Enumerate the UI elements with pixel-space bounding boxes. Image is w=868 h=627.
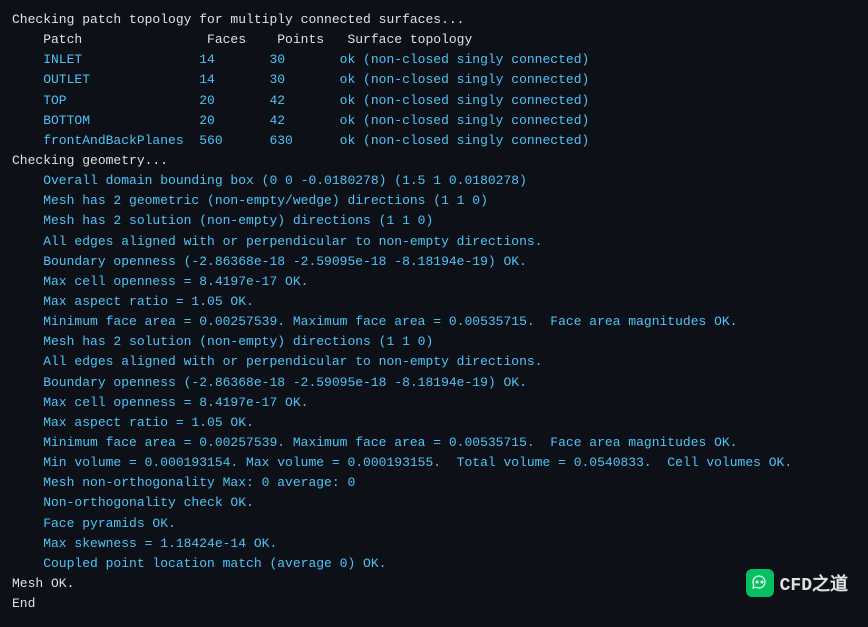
terminal-line: Boundary openness (-2.86368e-18 -2.59095… [12, 373, 856, 393]
terminal-line: Mesh has 2 solution (non-empty) directio… [12, 332, 856, 352]
terminal-line: Overall domain bounding box (0 0 -0.0180… [12, 171, 856, 191]
wechat-icon [746, 569, 774, 597]
terminal-line: Max skewness = 1.18424e-14 OK. [12, 534, 856, 554]
terminal-line: Max aspect ratio = 1.05 OK. [12, 413, 856, 433]
terminal-line: Min volume = 0.000193154. Max volume = 0… [12, 453, 856, 473]
terminal-line: Mesh OK. [12, 574, 856, 594]
terminal-line: Max aspect ratio = 1.05 OK. [12, 292, 856, 312]
terminal-line: Coupled point location match (average 0)… [12, 554, 856, 574]
terminal-line: Boundary openness (-2.86368e-18 -2.59095… [12, 252, 856, 272]
terminal-line: Minimum face area = 0.00257539. Maximum … [12, 433, 856, 453]
terminal-line: Max cell openness = 8.4197e-17 OK. [12, 393, 856, 413]
terminal-line: Checking geometry... [12, 151, 856, 171]
terminal-line: Non-orthogonality check OK. [12, 493, 856, 513]
terminal-line: Patch Faces Points Surface topology [12, 30, 856, 50]
terminal-line: TOP 20 42 ok (non-closed singly connecte… [12, 91, 856, 111]
terminal-line: INLET 14 30 ok (non-closed singly connec… [12, 50, 856, 70]
terminal-line: Mesh has 2 geometric (non-empty/wedge) d… [12, 191, 856, 211]
terminal-line: Minimum face area = 0.00257539. Maximum … [12, 312, 856, 332]
terminal-line: Face pyramids OK. [12, 514, 856, 534]
terminal-line: All edges aligned with or perpendicular … [12, 232, 856, 252]
watermark: CFD之道 [746, 569, 848, 597]
terminal-line: Mesh non-orthogonality Max: 0 average: 0 [12, 473, 856, 493]
terminal-line: OUTLET 14 30 ok (non-closed singly conne… [12, 70, 856, 90]
terminal-line: End [12, 594, 856, 614]
terminal-window: Checking patch topology for multiply con… [0, 0, 868, 627]
terminal-line: Checking patch topology for multiply con… [12, 10, 856, 30]
terminal-line: All edges aligned with or perpendicular … [12, 352, 856, 372]
terminal-line: frontAndBackPlanes 560 630 ok (non-close… [12, 131, 856, 151]
terminal-line: Max cell openness = 8.4197e-17 OK. [12, 272, 856, 292]
terminal-line: BOTTOM 20 42 ok (non-closed singly conne… [12, 111, 856, 131]
terminal-line: Mesh has 2 solution (non-empty) directio… [12, 211, 856, 231]
watermark-label: CFD之道 [780, 570, 848, 596]
terminal-output: Checking patch topology for multiply con… [12, 10, 856, 614]
